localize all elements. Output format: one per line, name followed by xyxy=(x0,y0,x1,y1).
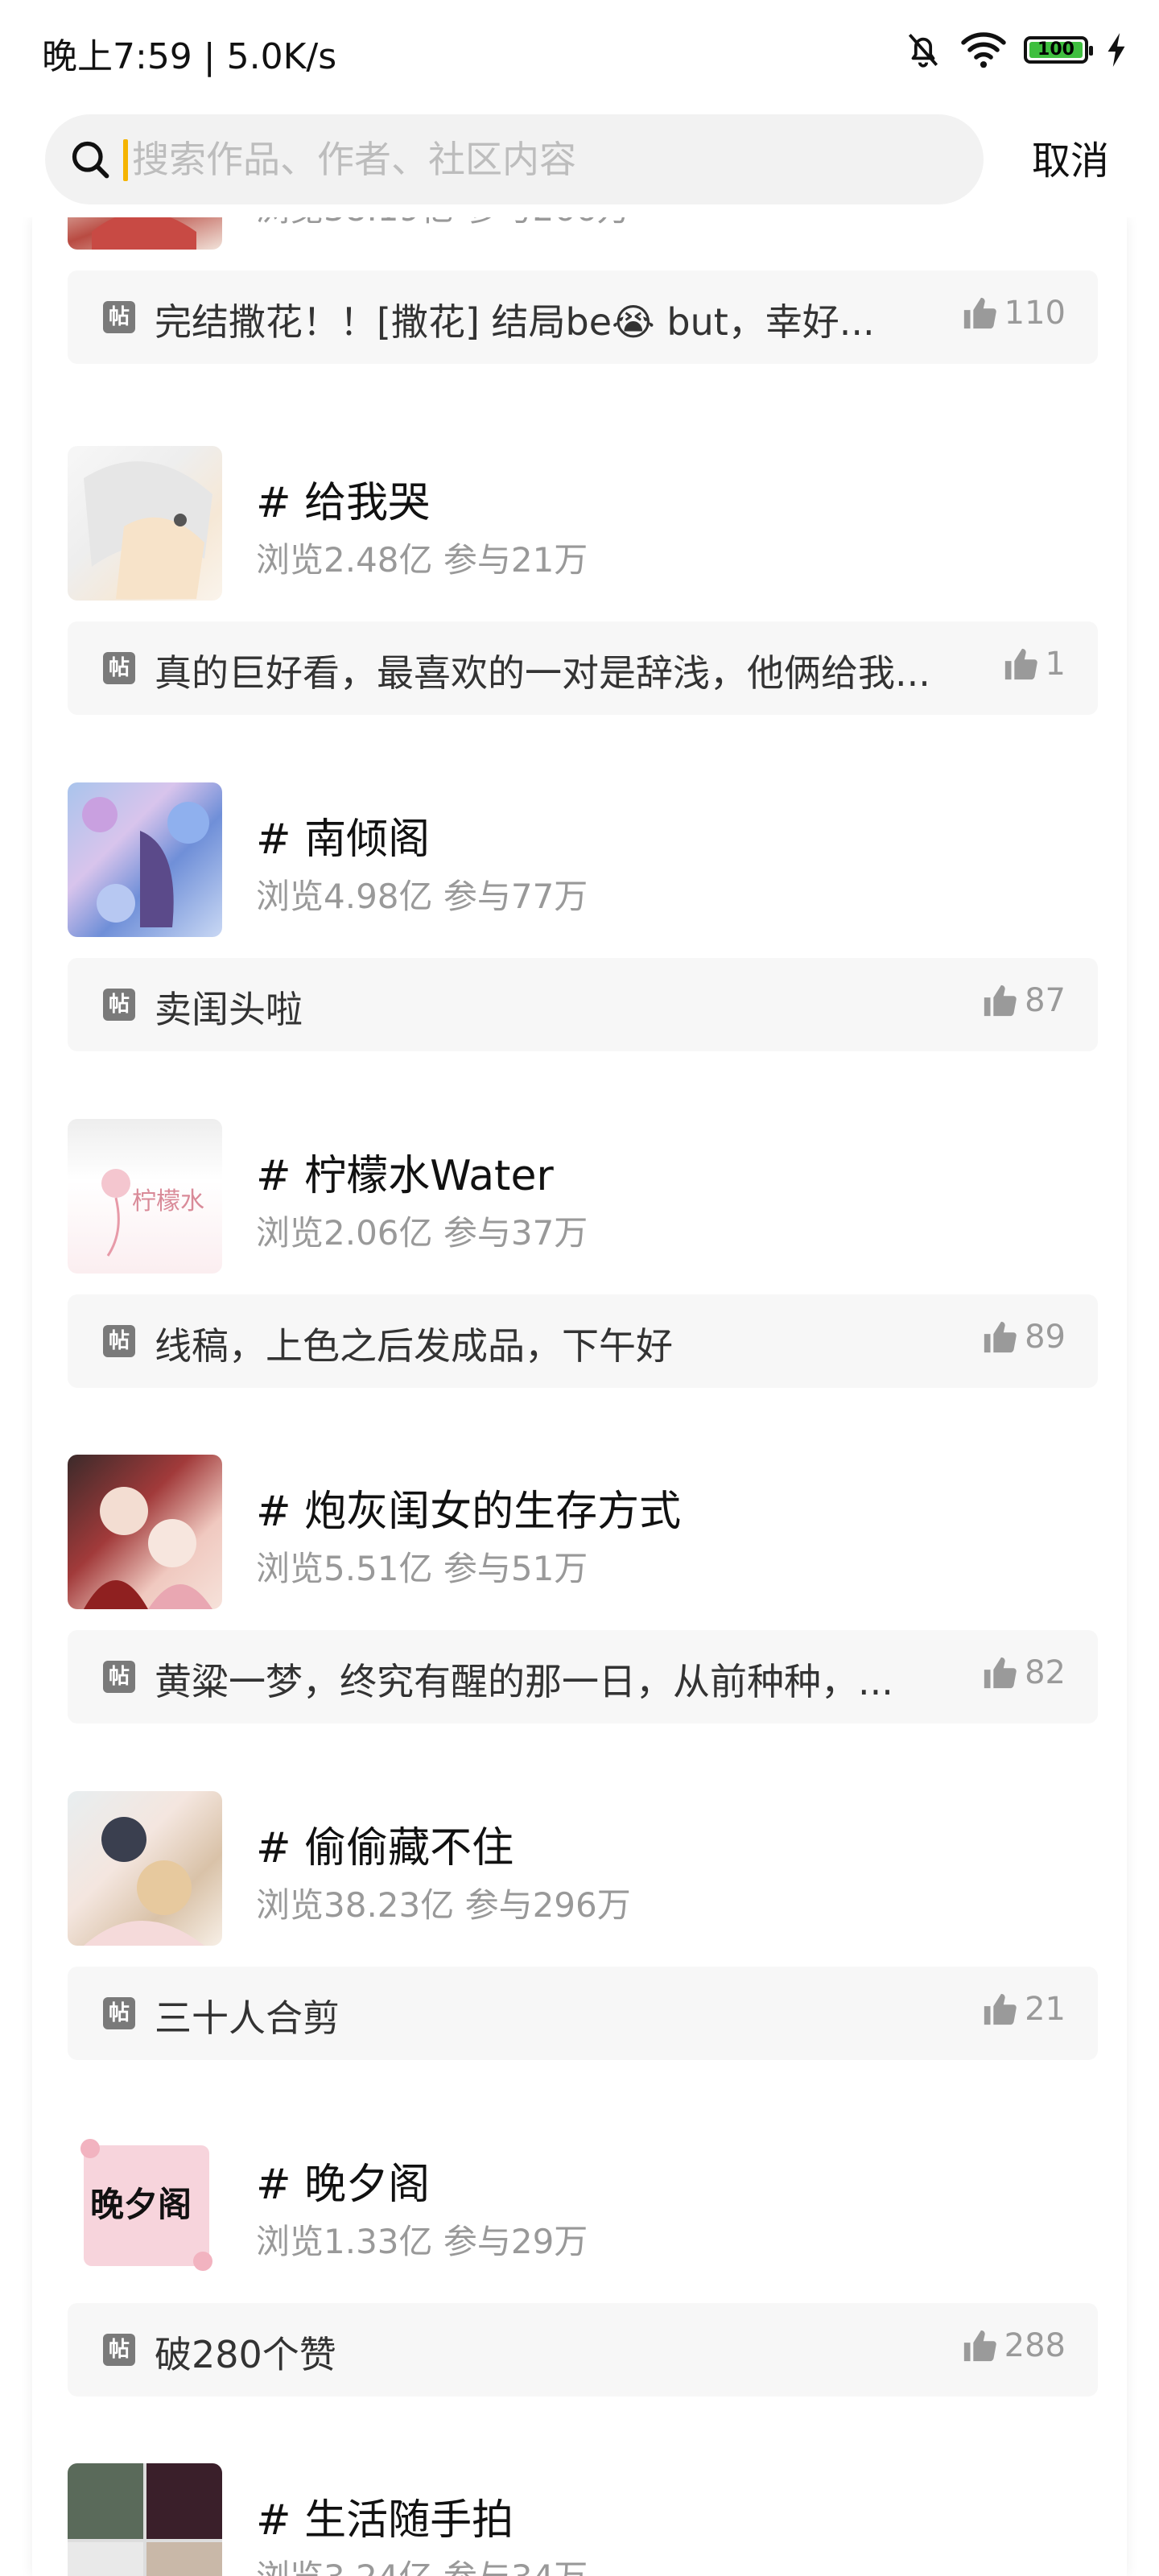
like-button[interactable]: 110 xyxy=(961,295,1066,332)
like-button[interactable]: 89 xyxy=(981,1319,1066,1356)
thumbs-up-icon xyxy=(984,1321,1017,1353)
topic-stats: 浏览4.98亿 参与77万 xyxy=(256,877,588,916)
thumbnail-art: 柠檬水 xyxy=(101,1169,204,1257)
topic-title: # 给我哭 xyxy=(256,479,431,527)
topic-title: # 生活随手拍 xyxy=(256,2496,514,2545)
post-preview[interactable]: 帖 真的巨好看，最喜欢的一对是辞浅，他俩给我... 1 xyxy=(68,621,1098,715)
post-preview[interactable]: 帖 三十人合剪 21 xyxy=(68,1967,1098,2060)
post-tag-icon: 帖 xyxy=(103,2334,135,2366)
post-preview[interactable]: 帖 卖闺头啦 87 xyxy=(68,958,1098,1051)
post-tag-icon: 帖 xyxy=(103,301,135,333)
topic-thumbnail xyxy=(68,782,222,937)
thumbs-up-icon xyxy=(1004,648,1037,680)
like-count: 89 xyxy=(1025,1319,1066,1356)
post-tag-icon: 帖 xyxy=(103,1325,135,1357)
topic-title: # 晚夕阁 xyxy=(256,2161,431,2209)
thumbnail-art xyxy=(68,2463,222,2576)
thumbs-up-icon xyxy=(984,985,1017,1017)
topic-title: # 南倾阁 xyxy=(256,815,431,864)
search-icon xyxy=(72,141,109,179)
like-button[interactable]: 288 xyxy=(961,2327,1066,2364)
topic-thumbnail: 晚夕阁 xyxy=(68,2128,222,2282)
battery-fill: 100 xyxy=(1029,39,1083,60)
post-text: 三十人合剪 xyxy=(155,1996,340,2040)
like-button[interactable]: 21 xyxy=(981,1991,1066,2028)
thumbs-up-icon xyxy=(984,1657,1017,1689)
thumbnail-text: 晚夕阁 xyxy=(90,2185,192,2224)
topic-stats: 浏览3.24亿 参与34万 xyxy=(256,2550,588,2576)
post-text: 真的巨好看，最喜欢的一对是辞浅，他俩给我... xyxy=(155,651,930,695)
topic-thumbnail xyxy=(68,446,222,601)
like-count: 87 xyxy=(1025,982,1066,1019)
topic-thumbnail xyxy=(68,1455,222,1609)
like-button[interactable]: 87 xyxy=(981,982,1066,1019)
topic-stats: 浏览2.48亿 参与21万 xyxy=(256,540,588,580)
thumbnail-art xyxy=(92,217,196,250)
topic-thumbnail: 柠檬水 xyxy=(68,1119,222,1274)
thumbs-up-icon xyxy=(963,297,996,329)
post-preview[interactable]: 帖 破280个赞 288 xyxy=(68,2303,1098,2396)
text-caret xyxy=(123,139,128,181)
bell-muted-icon xyxy=(908,34,938,68)
topic-title: # 炮灰闺女的生存方式 xyxy=(256,1488,682,1536)
like-count: 110 xyxy=(1004,295,1066,332)
thumbnail-art xyxy=(84,1487,212,1609)
post-preview[interactable]: 帖 线稿，上色之后发成品，下午好 89 xyxy=(68,1294,1098,1388)
post-text: 黄粱一梦，终究有醒的那一日，从前种种，... xyxy=(155,1660,893,1703)
status-icons: 100 xyxy=(903,27,1127,72)
topic-stats: 浏览1.33亿 参与29万 xyxy=(256,2222,588,2261)
like-count: 82 xyxy=(1025,1654,1066,1691)
thumbnail-art xyxy=(82,797,209,927)
topic-thumbnail xyxy=(68,217,222,250)
topic-stats: 浏览38.19亿 参与266万 xyxy=(256,217,631,231)
search-box[interactable] xyxy=(45,114,984,204)
battery-icon: 100 xyxy=(1024,36,1093,64)
topic-thumbnail xyxy=(68,2463,222,2576)
topic-title: # 柠檬水Water xyxy=(256,1152,554,1200)
topic-list: 浏览38.19亿 参与266万 帖 完结撒花！！[撒花] 结局be😭 but，幸… xyxy=(32,217,1127,2576)
thumbnail-art: 晚夕阁 xyxy=(80,2139,212,2271)
topic-stats: 浏览38.23亿 参与296万 xyxy=(256,1885,631,1925)
post-tag-icon: 帖 xyxy=(103,989,135,1021)
cancel-button[interactable]: 取消 xyxy=(1032,129,1109,185)
like-button[interactable]: 1 xyxy=(1002,646,1066,683)
status-bar: 晚上7:59 | 5.0K/s 100 xyxy=(0,0,1159,105)
wifi-icon xyxy=(961,32,1006,68)
thumbnail-art xyxy=(84,1817,204,1946)
post-text: 线稿，上色之后发成品，下午好 xyxy=(155,1324,673,1368)
battery-level: 100 xyxy=(1037,39,1074,60)
post-tag-icon: 帖 xyxy=(103,652,135,684)
search-input[interactable] xyxy=(132,114,961,204)
post-preview[interactable]: 帖 完结撒花！！[撒花] 结局be😭 but，幸好... 110 xyxy=(68,270,1098,364)
like-button[interactable]: 82 xyxy=(981,1654,1066,1691)
thumbs-up-icon xyxy=(963,2330,996,2362)
search-row: 取消 xyxy=(0,105,1159,217)
like-count: 1 xyxy=(1045,646,1066,683)
post-text: 破280个赞 xyxy=(155,2333,336,2376)
post-text: 卖闺头啦 xyxy=(155,988,303,1031)
topic-title: # 偷偷藏不住 xyxy=(256,1824,514,1872)
charging-bolt-icon xyxy=(1107,33,1125,67)
post-tag-icon: 帖 xyxy=(103,1661,135,1693)
post-tag-icon: 帖 xyxy=(103,1997,135,2029)
status-time-speed: 晚上7:59 | 5.0K/s xyxy=(42,36,337,77)
topic-stats: 浏览5.51亿 参与51万 xyxy=(256,1549,588,1588)
topic-thumbnail xyxy=(68,1791,222,1946)
post-text: 完结撒花！！[撒花] 结局be😭 but，幸好... xyxy=(155,300,875,344)
thumbnail-text: 柠檬水 xyxy=(132,1187,204,1216)
topic-stats: 浏览2.06亿 参与37万 xyxy=(256,1213,588,1253)
post-preview[interactable]: 帖 黄粱一梦，终究有醒的那一日，从前种种，... 82 xyxy=(68,1630,1098,1724)
thumbnail-art xyxy=(84,461,212,599)
like-count: 288 xyxy=(1004,2327,1066,2364)
thumbs-up-icon xyxy=(984,1993,1017,2025)
like-count: 21 xyxy=(1025,1991,1066,2028)
